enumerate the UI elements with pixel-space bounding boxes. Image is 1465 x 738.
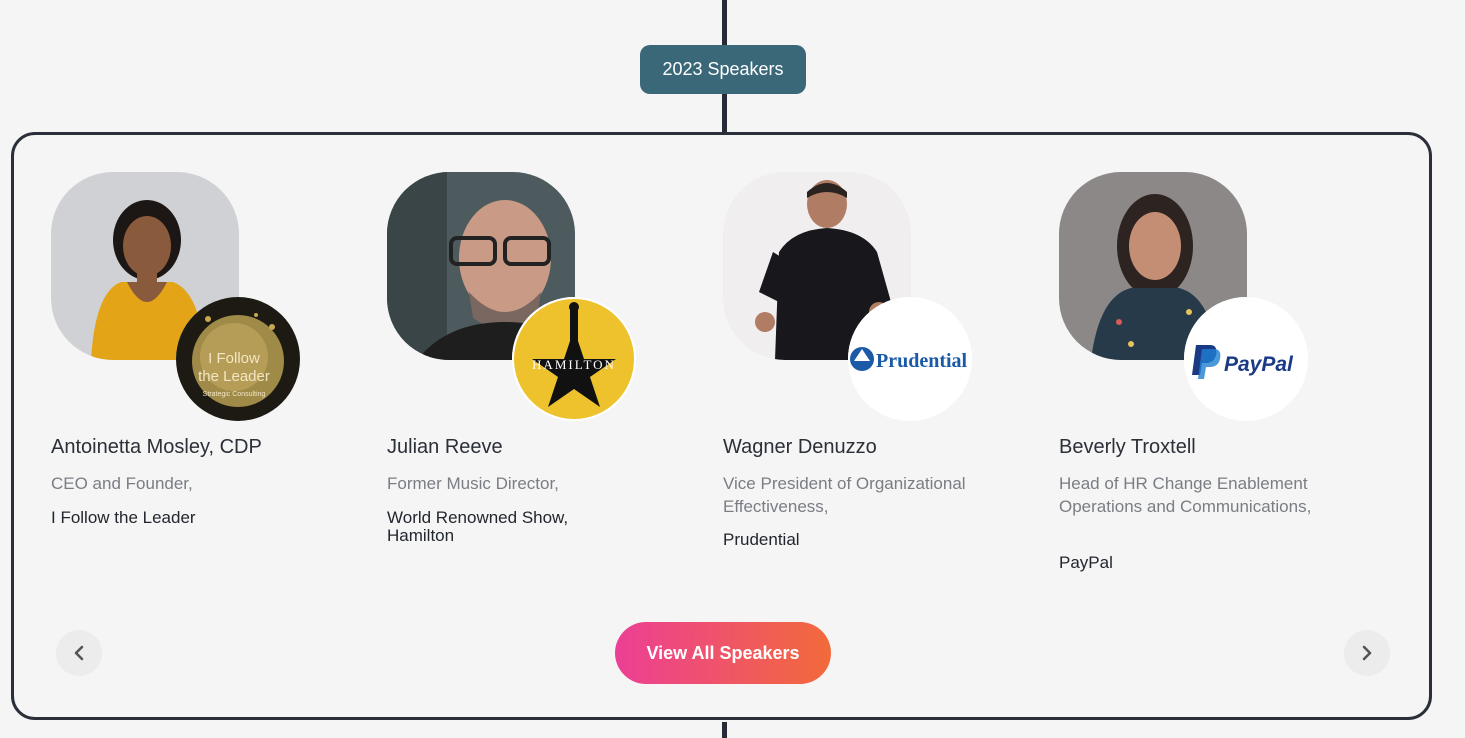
speaker-name: Beverly Troxtell [1059, 436, 1196, 458]
chevron-left-icon [74, 645, 84, 661]
year-badge: 2023 Speakers [640, 45, 806, 94]
speaker-company: World Renowned Show, Hamilton [387, 508, 569, 545]
svg-text:I Follow: I Follow [208, 350, 260, 367]
svg-text:Prudential: Prudential [876, 350, 968, 372]
timeline-line-bottom [722, 722, 727, 738]
svg-text:HAMILTON: HAMILTON [532, 357, 616, 372]
speaker-role: Head of HR Change Enablement Operations … [1059, 474, 1312, 516]
company-logo: Prudential [848, 297, 972, 421]
speaker-role: CEO and Founder, [51, 474, 193, 493]
speaker-company: Prudential [723, 530, 800, 549]
speaker-name: Wagner Denuzzo [723, 436, 877, 458]
svg-text:Strategic Consulting: Strategic Consulting [203, 391, 266, 398]
view-all-speakers-button[interactable]: View All Speakers [615, 622, 831, 684]
speaker-company: PayPal [1059, 553, 1113, 572]
speaker-name: Julian Reeve [387, 436, 503, 458]
speaker-role: Vice President of Organizational Effecti… [723, 474, 966, 516]
company-logo: HAMILTON [512, 297, 636, 421]
carousel-next-button[interactable] [1344, 630, 1390, 676]
speaker-company: I Follow the Leader [51, 508, 196, 527]
company-logo: I Follow the Leader Strategic Consulting [176, 297, 300, 421]
svg-text:PayPal: PayPal [1224, 353, 1294, 376]
speaker-name: Antoinetta Mosley, CDP [51, 436, 262, 458]
chevron-right-icon [1362, 645, 1372, 661]
carousel-prev-button[interactable] [56, 630, 102, 676]
company-logo: PayPal [1184, 297, 1308, 421]
speaker-role: Former Music Director, [387, 474, 559, 493]
svg-text:the Leader: the Leader [198, 368, 270, 385]
